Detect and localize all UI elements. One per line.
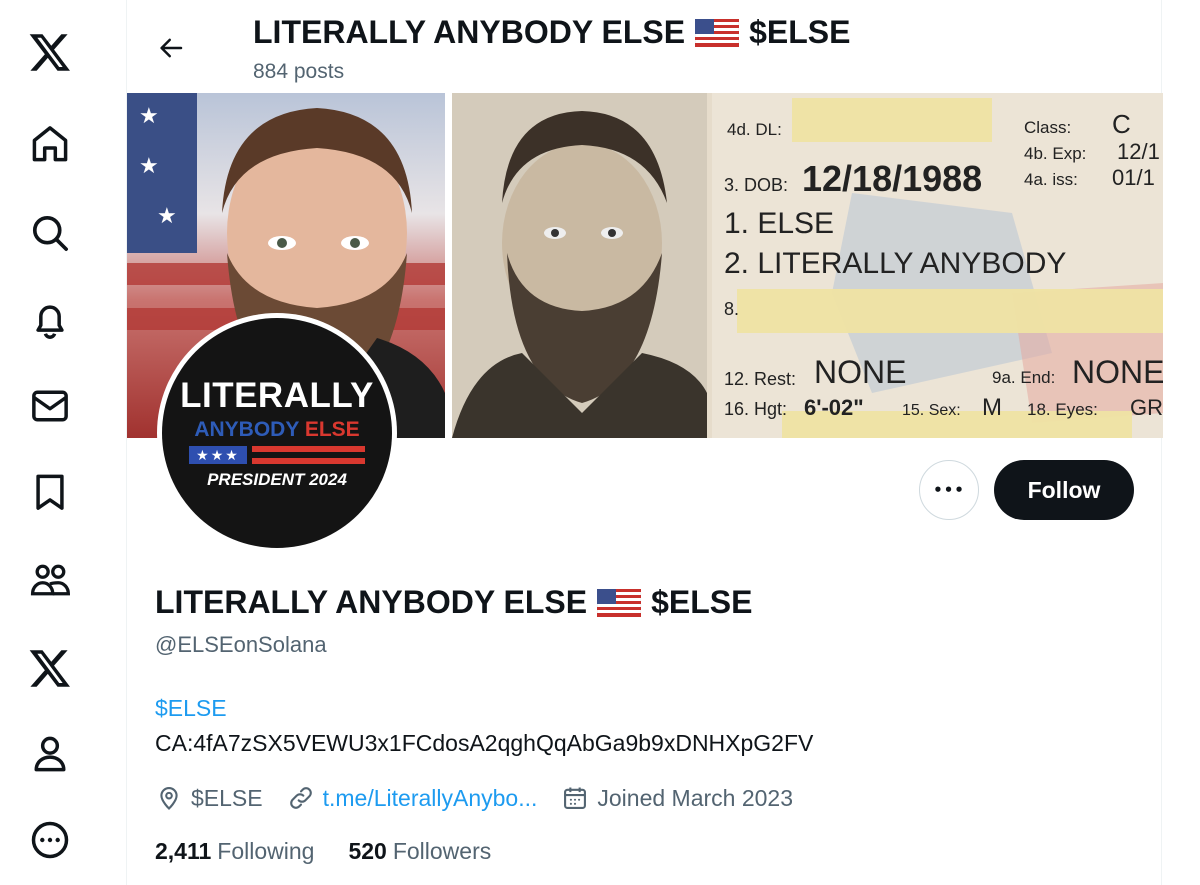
follow-button[interactable]: Follow xyxy=(994,460,1134,520)
license-line2: 2. LITERALLY ANYBODY xyxy=(724,247,1066,280)
more-options-button[interactable]: ••• xyxy=(919,460,979,520)
display-name: LITERALLY ANYBODY ELSE $ELSE xyxy=(155,584,752,621)
license-dob-value: 12/18/1988 xyxy=(802,158,982,199)
communities-icon[interactable] xyxy=(22,552,78,608)
avatar-text-line2: ANYBODY ELSE xyxy=(162,418,392,442)
avatar-text-else: ELSE xyxy=(304,418,360,441)
license-line8: 8. xyxy=(724,299,739,319)
license-exp-label: 4b. Exp: xyxy=(1024,144,1086,163)
display-name-suffix: $ELSE xyxy=(651,584,753,620)
bell-icon[interactable] xyxy=(22,292,78,348)
license-dl-label: 4d. DL: xyxy=(727,120,782,139)
website-link[interactable]: t.me/LiterallyAnybo... xyxy=(323,785,538,812)
profile-column: LITERALLY ANYBODY ELSE $ELSE 884 posts ★… xyxy=(126,0,1163,885)
post-count: 884 posts xyxy=(253,60,345,83)
location-text: $ELSE xyxy=(191,784,263,811)
license-sex-label: 15. Sex: xyxy=(902,402,961,419)
premium-x-icon[interactable] xyxy=(22,640,78,696)
location: $ELSE xyxy=(155,784,263,812)
us-flag-icon xyxy=(597,588,642,617)
user-handle: @ELSEonSolana xyxy=(155,632,327,657)
license-hgt-label: 16. Hgt: xyxy=(724,399,787,419)
profile-icon[interactable] xyxy=(22,726,78,782)
license-iss-value: 01/1 xyxy=(1112,165,1155,190)
website[interactable]: t.me/LiterallyAnybo... xyxy=(287,784,538,812)
avatar-stripe xyxy=(252,446,365,452)
header-title-text: LITERALLY ANYBODY ELSE xyxy=(253,14,686,50)
bio-cashtag-link[interactable]: $ELSE xyxy=(155,695,227,722)
license-rest-value: NONE xyxy=(814,354,906,390)
license-end-label: 9a. End: xyxy=(992,368,1055,387)
license-class-value: C xyxy=(1112,109,1131,139)
license-eyes-label: 18. Eyes: xyxy=(1027,400,1098,419)
license-rest-label: 12. Rest: xyxy=(724,369,796,389)
profile-header: LITERALLY ANYBODY ELSE $ELSE 884 posts xyxy=(127,0,1163,93)
header-title: LITERALLY ANYBODY ELSE $ELSE xyxy=(253,14,850,51)
svg-text:★: ★ xyxy=(139,154,159,179)
following-count: 2,411 xyxy=(155,838,212,864)
avatar-stars: ★★★ xyxy=(189,446,247,464)
join-date-text: Joined March 2023 xyxy=(597,784,793,811)
left-nav xyxy=(0,0,100,885)
following-label: Following xyxy=(217,838,315,864)
calendar-icon xyxy=(564,787,587,809)
home-icon[interactable] xyxy=(22,116,78,172)
license-class-label: Class: xyxy=(1024,118,1071,137)
more-icon[interactable] xyxy=(22,812,78,868)
license-dob-label: 3. DOB: xyxy=(724,175,788,195)
follow-stats: 2,411 Following 520 Followers xyxy=(155,838,525,865)
mail-icon[interactable] xyxy=(22,378,78,434)
avatar-text-anybody: ANYBODY xyxy=(194,418,299,441)
avatar-image: LITERALLY ANYBODY ELSE ★★★ PRESIDENT 202… xyxy=(162,318,392,548)
license-hgt-value: 6'-02" xyxy=(804,395,864,420)
following-stat[interactable]: 2,411 Following xyxy=(155,838,314,865)
followers-stat[interactable]: 520 Followers xyxy=(348,838,491,865)
location-pin-icon xyxy=(160,787,178,810)
back-arrow-icon[interactable] xyxy=(151,28,191,68)
license-iss-label: 4a. iss: xyxy=(1024,170,1078,189)
profile-meta: $ELSE t.me/LiterallyAnybo... Joined Marc… xyxy=(155,782,817,814)
avatar-stripe xyxy=(252,458,365,464)
join-date: Joined March 2023 xyxy=(561,784,793,812)
followers-count: 520 xyxy=(348,838,387,864)
link-icon xyxy=(289,787,312,809)
display-name-text: LITERALLY ANYBODY ELSE xyxy=(155,584,588,620)
x-logo-icon[interactable] xyxy=(22,24,78,80)
bio-contract-address: CA:4fA7zSX5VEWU3x1FCdosA2qghQqAbGa9b9xDN… xyxy=(155,730,814,756)
svg-text:★: ★ xyxy=(139,104,159,129)
avatar-text-line1: LITERALLY xyxy=(180,376,374,415)
followers-label: Followers xyxy=(392,838,492,864)
avatar-text-line3: PRESIDENT 2024 xyxy=(207,470,347,489)
ellipsis-icon: ••• xyxy=(933,481,965,499)
license-line1: 1. ELSE xyxy=(724,207,834,240)
license-eyes-value: GR xyxy=(1130,395,1163,420)
license-exp-value: 12/1 xyxy=(1117,139,1160,164)
header-title-suffix: $ELSE xyxy=(749,14,851,50)
bookmark-icon[interactable] xyxy=(22,464,78,520)
search-icon[interactable] xyxy=(22,205,78,261)
license-sex-value: M xyxy=(982,394,1002,421)
banner-license-photo: 4d. DL: Class: C 4b. Exp: 12/1 4a. iss: … xyxy=(452,93,1163,438)
svg-text:★: ★ xyxy=(157,204,177,229)
license-end-value: NONE xyxy=(1072,354,1163,390)
us-flag-icon xyxy=(695,18,740,47)
profile-avatar[interactable]: LITERALLY ANYBODY ELSE ★★★ PRESIDENT 202… xyxy=(157,313,397,553)
banner-divider xyxy=(445,93,452,438)
